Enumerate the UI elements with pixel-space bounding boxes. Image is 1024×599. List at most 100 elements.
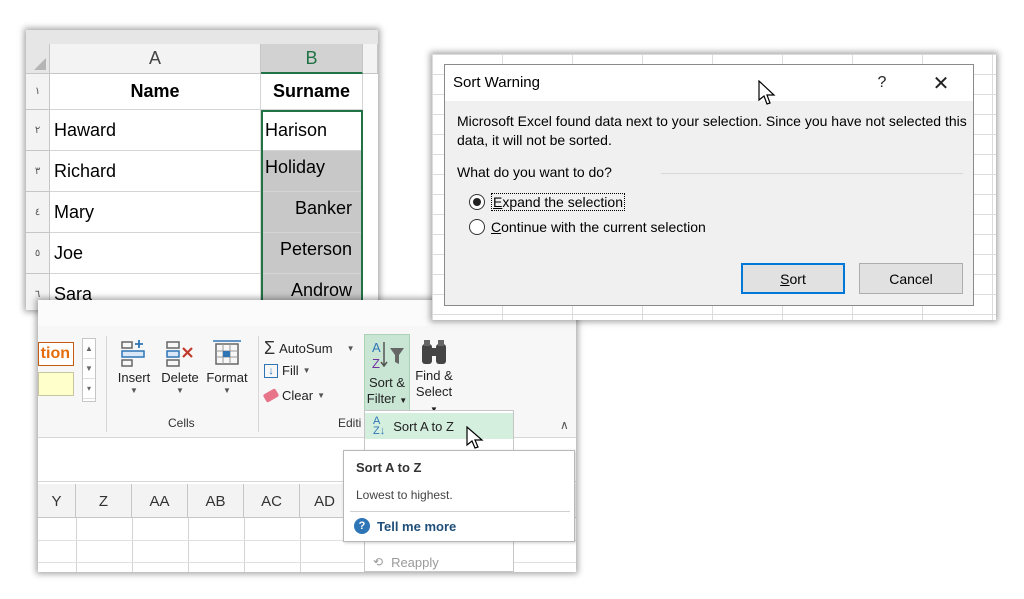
group-separator: [106, 336, 107, 432]
column-header-b[interactable]: B: [261, 44, 363, 74]
sort-button[interactable]: Sort: [741, 263, 845, 294]
chevron-down-icon: ▼: [176, 386, 184, 395]
gridline: [132, 518, 133, 572]
collapse-ribbon-icon[interactable]: ∧: [560, 418, 569, 432]
autosum-button[interactable]: Σ AutoSum ▼: [264, 338, 355, 359]
row-header-5[interactable]: ٥: [26, 233, 50, 274]
clear-button[interactable]: Clear ▼: [262, 388, 325, 403]
name-cell[interactable]: Haward: [50, 110, 261, 151]
help-button[interactable]: ?: [870, 71, 894, 95]
menu-item-label: Reapply: [391, 554, 439, 570]
svg-text:A: A: [372, 340, 381, 355]
format-cells-icon: [213, 340, 241, 365]
cell-style-button[interactable]: tion: [38, 342, 74, 366]
name-cell[interactable]: Joe: [50, 233, 261, 274]
sort-az-icon: A Z↓: [373, 415, 386, 437]
sort-tooltip: Sort A to Z Lowest to highest. ? Tell me…: [343, 450, 575, 542]
menu-item-sort-a-to-z[interactable]: A Z↓ Sort A to Z: [365, 413, 513, 439]
column-header[interactable]: AA: [132, 484, 188, 518]
worksheet: A B ١ Name Surname ٢ Haward Harison ٣ Ri…: [26, 30, 378, 310]
clear-label: Clear: [282, 388, 314, 403]
menu-item-label: Sort A to Z: [393, 418, 454, 434]
styles-gallery-scroll[interactable]: ▲ ▼ ▾: [82, 338, 96, 402]
close-button[interactable]: ✕: [927, 71, 955, 95]
select-all-corner[interactable]: [26, 44, 50, 74]
group-divider: [661, 173, 963, 174]
binoculars-icon: [422, 340, 446, 364]
delete-label: Delete: [161, 370, 199, 385]
menu-item-reapply[interactable]: ⟲ Reapply: [365, 549, 513, 572]
column-header-a[interactable]: A: [50, 44, 261, 74]
format-button[interactable]: Format ▼: [204, 338, 250, 396]
column-header[interactable]: AC: [244, 484, 300, 518]
surname-cell[interactable]: Banker: [261, 192, 363, 233]
column-header[interactable]: AB: [188, 484, 244, 518]
continue-selection-option[interactable]: Continue with the current selection: [469, 219, 706, 235]
fill-button[interactable]: ↓ Fill ▼: [264, 363, 311, 378]
row-header-3[interactable]: ٣: [26, 151, 50, 192]
row-header-1[interactable]: ١: [26, 74, 50, 110]
group-separator: [258, 336, 259, 432]
chevron-down-icon: ▼: [346, 344, 355, 353]
mouse-pointer-icon: [758, 80, 776, 105]
row-header-4[interactable]: ٤: [26, 192, 50, 233]
sigma-icon: Σ: [264, 338, 276, 358]
eraser-icon: [262, 388, 280, 403]
tell-me-more-label: Tell me more: [377, 518, 457, 534]
composite-screenshot: A B ١ Name Surname ٢ Haward Harison ٣ Ri…: [0, 0, 1024, 599]
delete-cells-icon: [166, 341, 193, 367]
dialog-titlebar[interactable]: Sort Warning ? ✕: [445, 65, 973, 101]
question-icon: ?: [354, 518, 370, 534]
chevron-down-icon: ▼: [317, 391, 325, 400]
expand-selection-option[interactable]: Expand the selection: [469, 193, 625, 211]
toolbar-strip: [26, 30, 378, 44]
sort-filter-label-2: Filter ▼: [366, 391, 408, 406]
fill-down-icon: ↓: [264, 363, 278, 378]
tooltip-divider: [350, 511, 570, 512]
insert-cells-icon: [121, 340, 145, 367]
insert-button[interactable]: Insert ▼: [114, 338, 154, 396]
autosum-label: AutoSum: [279, 341, 333, 356]
gridline: [76, 518, 77, 572]
reapply-icon: ⟲: [373, 555, 384, 569]
dialog-panel: Sort Warning ? ✕ Microsoft Excel found d…: [432, 54, 996, 320]
editing-group-label: Editi: [338, 416, 362, 430]
expand-selection-label: Expand the selection: [491, 193, 625, 211]
continue-selection-label: Continue with the current selection: [491, 219, 706, 235]
surname-cell-active[interactable]: Harison: [261, 110, 363, 151]
dialog-message: Microsoft Excel found data next to your …: [457, 113, 967, 148]
surname-cell[interactable]: Peterson: [261, 233, 363, 274]
name-cell[interactable]: Richard: [50, 151, 261, 192]
gridline: [244, 518, 245, 572]
mouse-pointer-icon: [466, 426, 484, 449]
dialog-title: Sort Warning: [453, 74, 540, 91]
column-header[interactable]: Y: [38, 484, 76, 518]
name-cell[interactable]: Mary: [50, 192, 261, 233]
column-header[interactable]: Z: [76, 484, 132, 518]
radio-selected[interactable]: [469, 194, 485, 210]
delete-button[interactable]: Delete ▼: [158, 338, 202, 396]
scroll-down-icon[interactable]: ▼: [83, 359, 95, 379]
row-header-2[interactable]: ٢: [26, 110, 50, 151]
find-select-button[interactable]: Find & Select ▼: [412, 338, 456, 418]
chevron-down-icon: ▼: [223, 386, 231, 395]
chevron-down-icon: ▼: [130, 386, 138, 395]
gridline: [188, 518, 189, 572]
name-header-cell[interactable]: Name: [50, 74, 261, 110]
fill-label: Fill: [282, 363, 299, 378]
cancel-button[interactable]: Cancel: [859, 263, 963, 294]
spreadsheet-panel: A B ١ Name Surname ٢ Haward Harison ٣ Ri…: [26, 30, 378, 310]
sort-filter-label-1: Sort &: [368, 375, 406, 390]
cells-group-label: Cells: [168, 416, 195, 430]
gallery-more-icon[interactable]: ▾: [83, 379, 95, 399]
scroll-up-icon[interactable]: ▲: [83, 339, 95, 359]
surname-cell[interactable]: Holiday: [261, 151, 363, 192]
tell-me-more-link[interactable]: ? Tell me more: [354, 518, 456, 534]
insert-label: Insert: [117, 370, 151, 385]
dialog-question: What do you want to do?: [457, 164, 612, 180]
radio-unselected[interactable]: [469, 219, 485, 235]
cell-style-swatch[interactable]: [38, 372, 74, 396]
column-header-c[interactable]: [363, 44, 378, 74]
sort-filter-button[interactable]: A Z Sort & Filter ▼: [364, 334, 410, 412]
surname-header-cell[interactable]: Surname: [261, 74, 363, 110]
